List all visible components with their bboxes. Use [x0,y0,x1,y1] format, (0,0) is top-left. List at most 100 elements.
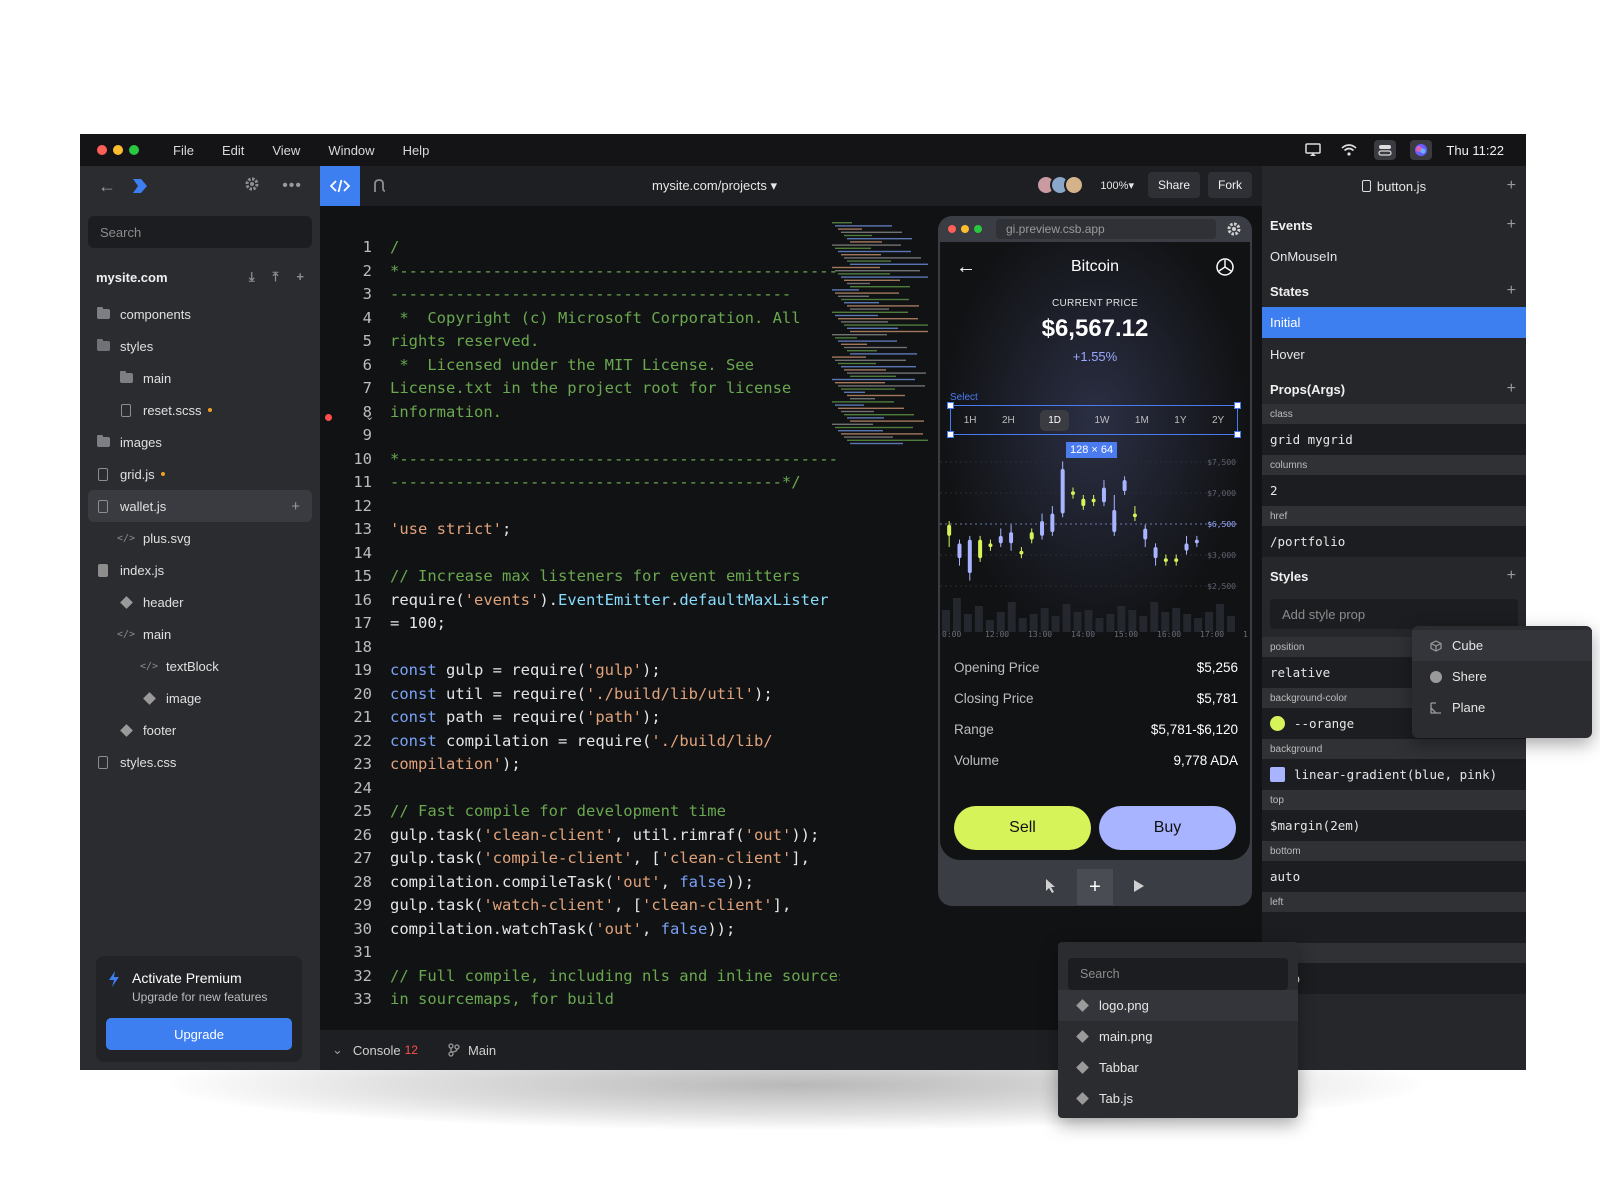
tree-item[interactable]: index.js [80,554,320,586]
code-minimap[interactable] [832,222,928,452]
tree-item[interactable]: main [80,362,320,394]
tree-item[interactable]: footer [80,714,320,746]
candle[interactable] [1174,558,1179,562]
color-swatch[interactable] [1270,767,1285,782]
fork-button[interactable]: Fork [1208,172,1252,198]
tree-item[interactable]: styles.css [80,746,320,778]
tree-item[interactable]: images [80,426,320,458]
minimize-dot[interactable] [113,145,123,155]
candle[interactable] [1122,480,1127,492]
state-initial[interactable]: Initial [1262,307,1526,338]
menu-edit[interactable]: Edit [222,143,244,158]
wifi-icon[interactable] [1338,140,1360,160]
style-value-input[interactable]: $margin(2em) [1262,810,1526,841]
candle[interactable] [1009,532,1014,544]
candle[interactable] [957,543,962,559]
tree-item[interactable]: </> main [80,618,320,650]
tree-item[interactable]: image [80,682,320,714]
menu-view[interactable]: View [272,143,300,158]
tree-item[interactable]: reset.scss [80,394,320,426]
candle[interactable] [1184,543,1189,551]
avatar[interactable] [1064,175,1085,195]
candle[interactable] [1112,509,1117,533]
timeframe-1y[interactable]: 1Y [1174,415,1186,426]
tree-item[interactable]: grid.js [80,458,320,490]
download-icon[interactable]: ⤓ [249,269,255,285]
selection-handle[interactable] [1234,402,1241,409]
timeframe-1d[interactable]: 1D [1040,409,1070,431]
candle[interactable] [1194,539,1199,544]
timeframe-1m[interactable]: 1M [1135,415,1149,426]
siri-icon[interactable] [1410,140,1433,160]
assets-search-input[interactable]: Search [1068,958,1288,990]
prop-value-input[interactable]: grid mygrid [1262,424,1526,455]
preview-url[interactable]: gi.preview.csb.app [996,219,1216,239]
candle[interactable] [998,535,1003,544]
add-style-input[interactable]: Add style prop [1270,599,1518,629]
candle[interactable] [1153,547,1158,559]
maximize-dot[interactable] [129,145,139,155]
tree-item[interactable]: components [80,298,320,330]
console-tab[interactable]: Console [353,1043,401,1058]
sell-button[interactable]: Sell [954,806,1091,850]
timeframe-2y[interactable]: 2Y [1212,415,1224,426]
candle[interactable] [1163,558,1168,562]
code-view-tab[interactable] [320,166,360,206]
asset-item[interactable]: logo.png [1058,990,1298,1021]
display-icon[interactable] [1302,140,1324,160]
tree-item[interactable]: </> plus.svg [80,522,320,554]
add-file-icon[interactable]: + [296,269,304,285]
candle[interactable] [1143,528,1148,540]
maximize-dot[interactable] [974,225,982,233]
prop-value-input[interactable]: 2 [1262,475,1526,506]
tree-item[interactable]: wallet.js + [88,490,312,522]
phone-back-icon[interactable]: ← [956,256,976,279]
selection-handle[interactable] [947,402,954,409]
fold-chevron-icon[interactable]: ⌄ [365,410,374,423]
asset-item[interactable]: Tab.js [1068,1083,1288,1114]
tree-item[interactable]: </> textBlock [80,650,320,682]
style-value-input[interactable]: linear-gradient(blue, pink) [1262,759,1526,790]
control-center-icon[interactable] [1374,140,1397,160]
timeframe-2h[interactable]: 2H [1002,415,1015,426]
candle[interactable] [1101,487,1106,503]
add-icon[interactable]: + [1507,177,1516,195]
timeframe-1w[interactable]: 1W [1094,415,1109,426]
sidebar-search-input[interactable]: Search [88,216,312,248]
breakpoint-marker[interactable] [325,414,332,421]
code-editor[interactable]: 1 / 2 *------------------------------------… [320,206,840,1030]
menu-help[interactable]: Help [403,143,430,158]
back-arrow-icon[interactable]: ← [98,176,116,197]
menu-file[interactable]: File [173,143,194,158]
candle[interactable] [978,539,983,559]
add-state-icon[interactable]: + [1507,282,1516,300]
tree-item[interactable]: styles [80,330,320,362]
add-event-icon[interactable]: + [1507,216,1516,234]
style-value-input[interactable]: auto [1262,861,1526,892]
state-hover[interactable]: Hover [1262,339,1526,370]
candle[interactable] [967,539,972,574]
event-item[interactable]: OnMouseIn [1262,241,1526,272]
candle[interactable] [1019,550,1024,555]
logo-icon[interactable] [130,176,150,196]
asset-item[interactable]: main.png [1068,1021,1288,1052]
add-icon[interactable]: + [1077,869,1113,905]
zoom-level[interactable]: 100%▾ [1100,179,1134,192]
close-dot[interactable] [948,225,956,233]
candle[interactable] [1050,513,1055,533]
candle[interactable] [1132,513,1137,518]
candle[interactable] [1040,521,1045,536]
candle[interactable] [1060,468,1065,514]
menu-item-cube[interactable]: Cube [1412,630,1592,661]
selection-handle[interactable] [947,431,954,438]
coin-logo-icon[interactable] [1216,258,1234,276]
cursor-icon[interactable] [1045,878,1057,897]
graph-view-tab[interactable] [360,166,400,206]
prop-value-input[interactable]: /portfolio [1262,526,1526,557]
color-swatch[interactable] [1270,716,1285,731]
play-icon[interactable] [1133,879,1145,896]
style-value-input[interactable] [1262,912,1526,943]
upload-icon[interactable]: ⤒ [273,269,279,285]
collapse-chevron-icon[interactable]: ⌄ [332,1042,343,1058]
candle[interactable] [988,543,993,548]
